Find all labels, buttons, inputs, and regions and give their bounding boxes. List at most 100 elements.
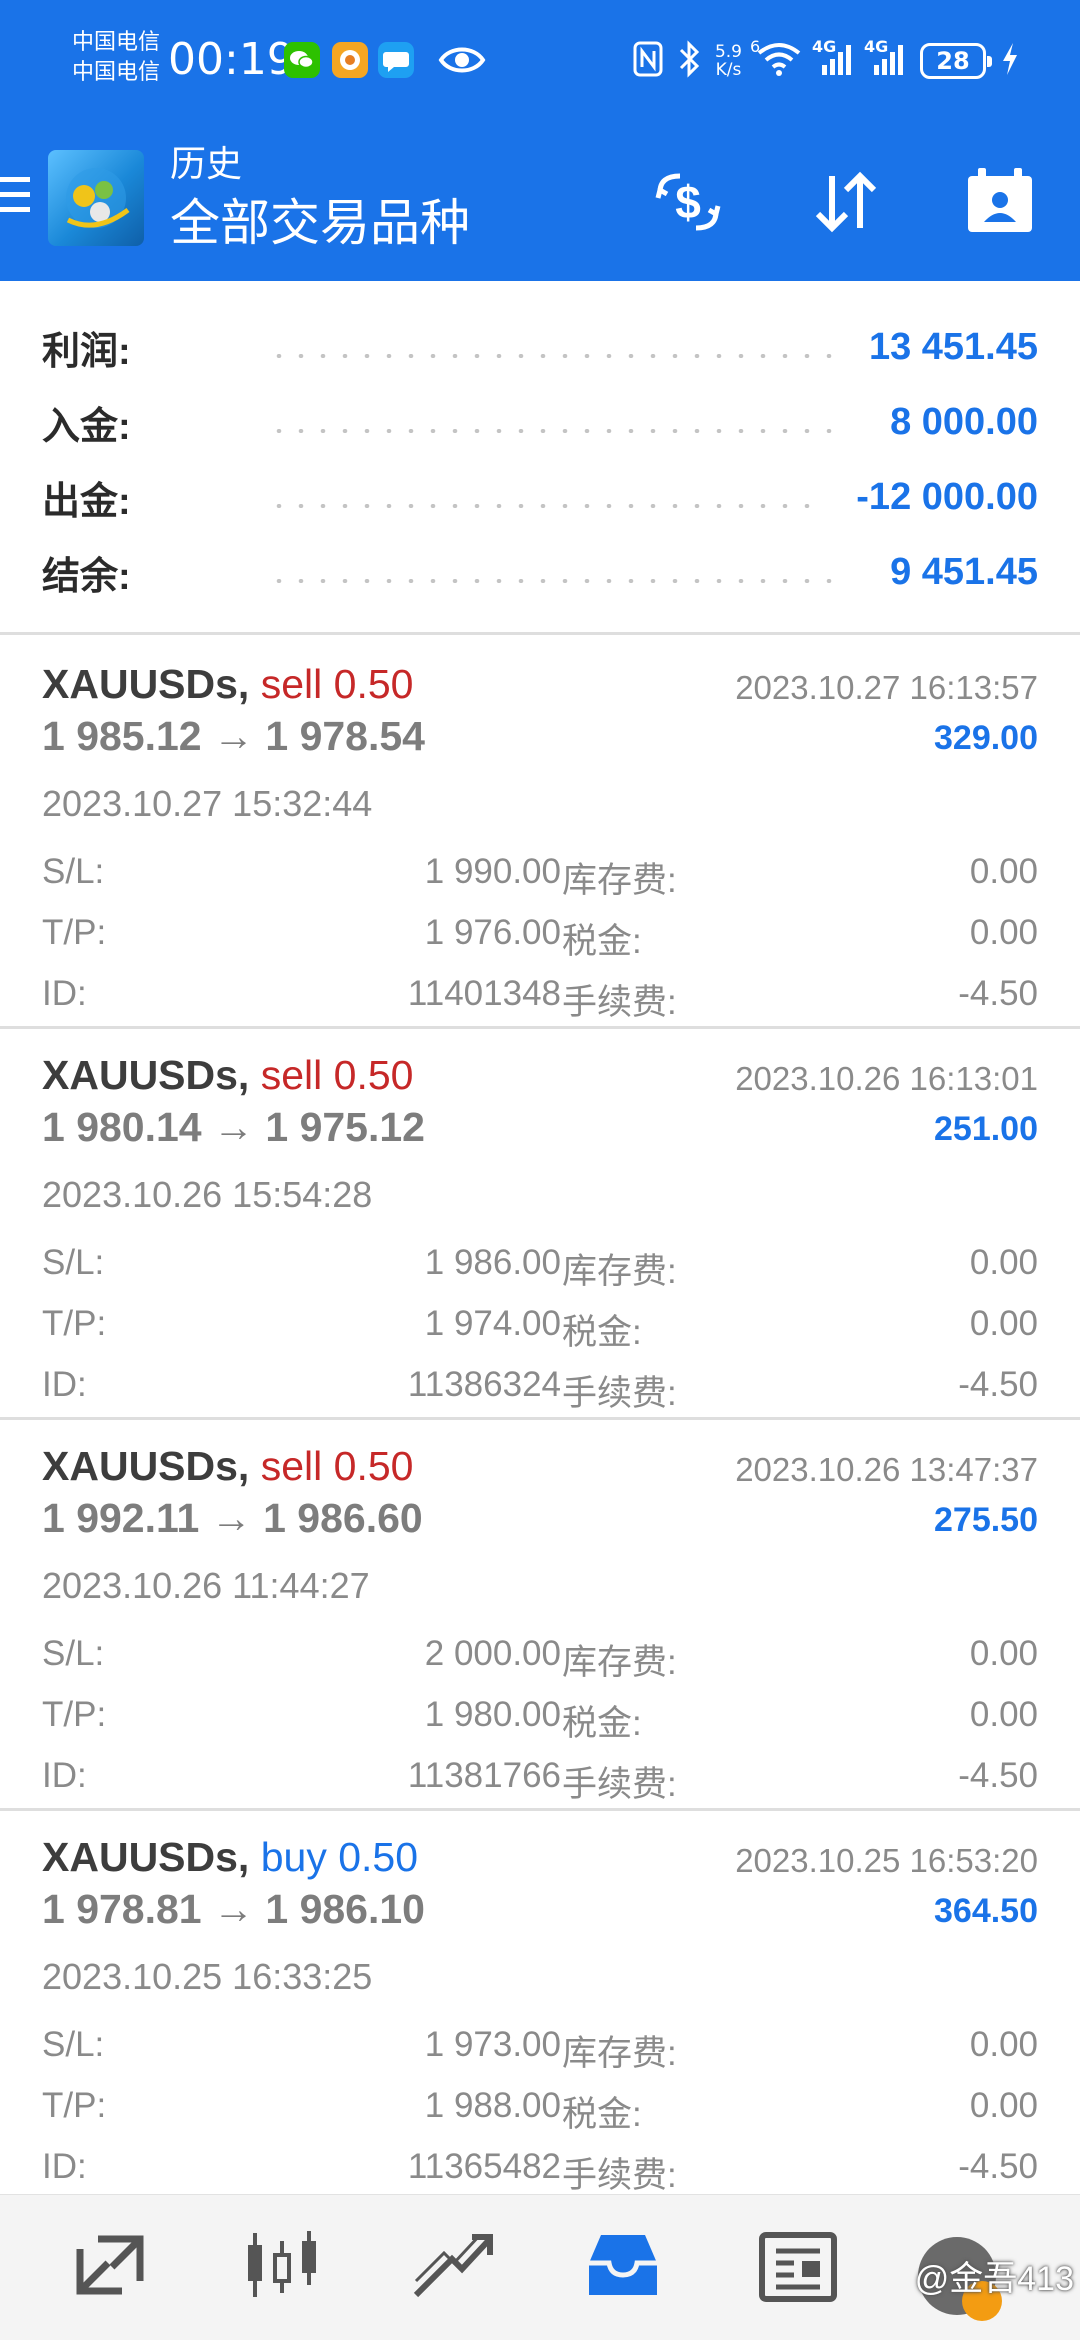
quotes-icon <box>76 2235 144 2295</box>
deposit-withdraw-button[interactable]: $ <box>648 162 728 242</box>
dotted-leader <box>268 504 827 508</box>
news-icon <box>759 2232 837 2302</box>
nav-news[interactable] <box>745 2215 855 2315</box>
trade-item[interactable]: XAUUSDs, sell 0.50 2023.10.27 16:13:57 1… <box>0 638 1080 1029</box>
swap-label: 库存费: <box>562 1252 677 1291</box>
sl-value: 1 986.00 <box>424 1243 561 1282</box>
trade-details: S/L: 1 990.00 库存费: 0.00 T/P: 1 976.00 税金: 0.00… <box>42 844 1038 1027</box>
trade-prices: 1 978.81 → 1 986.10 <box>42 1886 425 1932</box>
trade-profit: 329.00 <box>934 719 1038 757</box>
swap-value: 0.00 <box>969 852 1038 891</box>
summary-value: 8 000.00 <box>890 400 1038 443</box>
summary-value: -12 000.00 <box>856 475 1038 518</box>
trade-close-time: 2023.10.26 13:47:37 <box>735 1451 1038 1488</box>
swap-value: 0.00 <box>969 2025 1038 2064</box>
sl-value: 2 000.00 <box>424 1634 561 1673</box>
id-value: 11381766 <box>407 1756 561 1795</box>
trade-close-time: 2023.10.26 16:13:01 <box>735 1060 1038 1097</box>
message-icon <box>378 42 414 78</box>
id-label: ID: <box>42 974 87 1013</box>
charging-icon <box>1000 41 1020 81</box>
summary-panel: 利润: 13 451.45 入金: 8 000.00 出金: -12 000.0… <box>0 281 1080 635</box>
swap-label: 库存费: <box>562 2034 677 2073</box>
sort-button[interactable] <box>806 162 886 242</box>
sl-label: S/L: <box>42 2025 105 2064</box>
signal-icon-1: 4G <box>812 37 854 81</box>
period-button[interactable] <box>960 162 1040 242</box>
nav-history[interactable] <box>568 2215 678 2315</box>
sort-arrows-icon <box>815 171 877 233</box>
sl-value: 1 973.00 <box>424 2025 561 2064</box>
trade-item[interactable]: XAUUSDs, sell 0.50 2023.10.26 16:13:01 1… <box>0 1029 1080 1420</box>
sl-label: S/L: <box>42 852 105 891</box>
trade-profit: 251.00 <box>934 1110 1038 1148</box>
fee-label: 手续费: <box>562 983 677 1022</box>
swap-value: 0.00 <box>969 1243 1038 1282</box>
swap-label: 库存费: <box>562 1643 677 1682</box>
tax-label: 税金: <box>562 1704 642 1743</box>
id-label: ID: <box>42 1365 87 1404</box>
summary-row-withdrawal: 出金: -12 000.00 <box>42 467 1038 527</box>
trade-close-time: 2023.10.25 16:53:20 <box>735 1842 1038 1879</box>
app-notification-icon <box>332 42 368 78</box>
summary-row-profit: 利润: 13 451.45 <box>42 317 1038 377</box>
trade-item[interactable]: XAUUSDs, sell 0.50 2023.10.26 13:47:37 1… <box>0 1420 1080 1811</box>
nav-chart[interactable] <box>227 2215 337 2315</box>
trade-open-time: 2023.10.26 11:44:27 <box>42 1565 370 1606</box>
trade-side: buy 0.50 <box>260 1834 419 1880</box>
tax-value: 0.00 <box>969 2086 1038 2125</box>
sl-label: S/L: <box>42 1243 105 1282</box>
fee-value: -4.50 <box>958 1756 1038 1795</box>
trade-profit: 364.50 <box>934 1892 1038 1930</box>
fee-label: 手续费: <box>562 1765 677 1804</box>
status-time: 00:19 <box>168 34 295 85</box>
signal-icon-2: 4G <box>864 37 906 81</box>
fee-label: 手续费: <box>562 2156 677 2195</box>
fee-value: -4.50 <box>958 974 1038 1013</box>
summary-label: 结余: <box>42 555 131 598</box>
nav-trade[interactable] <box>397 2215 507 2315</box>
trade-prices: 1 985.12 → 1 978.54 <box>42 713 425 759</box>
tax-value: 0.00 <box>969 913 1038 952</box>
trade-details: S/L: 1 986.00 库存费: 0.00 T/P: 1 974.00 税金: 0.00… <box>42 1235 1038 1418</box>
sl-value: 1 990.00 <box>424 852 561 891</box>
trade-open-time: 2023.10.26 15:54:28 <box>42 1174 373 1215</box>
id-value: 11386324 <box>407 1365 561 1404</box>
menu-icon[interactable] <box>0 177 30 217</box>
page-title: 历史 <box>170 143 243 184</box>
trade-side: sell 0.50 <box>260 661 414 707</box>
wechat-icon <box>284 42 320 78</box>
trade-close-time: 2023.10.27 16:13:57 <box>735 669 1038 706</box>
trade-symbol: XAUUSDs, <box>42 1834 250 1880</box>
history-icon <box>589 2235 657 2295</box>
trade-open-time: 2023.10.25 16:33:25 <box>42 1956 373 1997</box>
eye-icon <box>438 40 486 85</box>
app-bar: 历史 全部交易品种 $ <box>0 122 1080 281</box>
watermark: @金吾413 <box>914 2260 1074 2298</box>
trade-icon <box>413 2233 493 2298</box>
tp-label: T/P: <box>42 1304 107 1343</box>
dollar-swap-icon: $ <box>655 173 721 231</box>
id-label: ID: <box>42 1756 87 1795</box>
trade-prices: 1 992.11 → 1 986.60 <box>42 1495 423 1541</box>
swap-value: 0.00 <box>969 1634 1038 1673</box>
trade-details: S/L: 1 973.00 库存费: 0.00 T/P: 1 988.00 税金: 0.00… <box>42 2017 1038 2200</box>
bluetooth-icon <box>677 40 701 82</box>
summary-row-balance: 结余: 9 451.45 <box>42 542 1038 602</box>
nav-quotes[interactable] <box>55 2215 165 2315</box>
tax-value: 0.00 <box>969 1695 1038 1734</box>
summary-row-deposit: 入金: 8 000.00 <box>42 392 1038 452</box>
tp-label: T/P: <box>42 913 107 952</box>
trade-details: S/L: 2 000.00 库存费: 0.00 T/P: 1 980.00 税金: 0.00… <box>42 1626 1038 1809</box>
status-bar: 中国电信 中国电信 00:19 5.9 K/s 6 4G 4G 28 <box>0 0 1080 122</box>
sl-label: S/L: <box>42 1634 105 1673</box>
chart-icon <box>248 2231 316 2297</box>
swap-label: 库存费: <box>562 861 677 900</box>
svg-text:$: $ <box>675 176 701 228</box>
trade-item[interactable]: XAUUSDs, buy 0.50 2023.10.25 16:53:20 1 … <box>0 1811 1080 2202</box>
id-value: 11365482 <box>407 2147 561 2186</box>
bottom-navigation: @金吾413 <box>0 2194 1080 2340</box>
symbol-filter[interactable]: 全部交易品种 <box>170 192 470 254</box>
tax-value: 0.00 <box>969 1304 1038 1343</box>
fee-value: -4.50 <box>958 2147 1038 2186</box>
